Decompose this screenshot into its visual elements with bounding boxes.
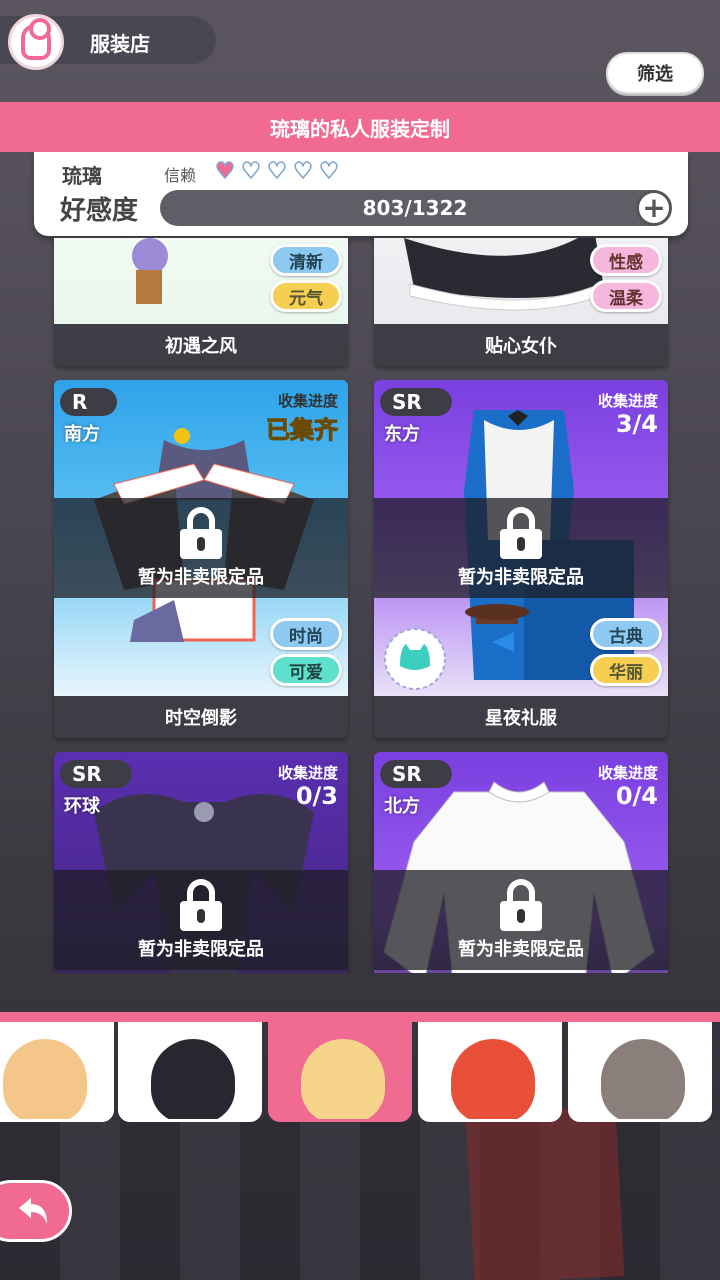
origin-label: 南方 (64, 424, 100, 445)
locked-text: 暂为非卖限定品 (138, 939, 264, 960)
outfit-name: 贴心女仆 (374, 324, 668, 366)
outfit-art: SR 环球 收集进度 0/3 暂为非卖限定品 (54, 752, 348, 973)
customization-banner: 琉璃的私人服装定制 (0, 102, 720, 152)
locked-overlay: 暂为非卖限定品 (374, 498, 668, 598)
character-avatar-selected[interactable] (268, 1022, 412, 1122)
character-status-panel: 琉璃 信赖 ♥ ♥ ♥ ♥ ♥ 好感度 803/1322 + (34, 152, 688, 236)
avatar-portrait (301, 1039, 385, 1119)
progress-label: 收集进度 (277, 392, 338, 410)
progress-label: 收集进度 (597, 392, 658, 410)
outfit-name: 时空倒影 (54, 696, 348, 738)
origin-label: 东方 (384, 424, 420, 445)
outfit-art: SR 东方 收集进度 3/4 暂为非卖限定品 古典 华丽 (374, 380, 668, 696)
shop-title: 服装店 (90, 32, 150, 56)
affinity-bar: 803/1322 + (160, 190, 672, 226)
background-book (465, 1106, 625, 1280)
style-tag: 温柔 (590, 280, 662, 312)
progress-value: 已集齐 (266, 416, 339, 445)
rarity-badge: SR (380, 760, 452, 788)
affinity-value: 803/1322 (362, 196, 468, 220)
style-tag: 时尚 (270, 618, 342, 650)
character-avatar[interactable] (418, 1022, 562, 1122)
outfit-art: SR 北方 收集进度 0/4 暂为非卖限定品 (374, 752, 668, 973)
character-avatar[interactable] (568, 1022, 712, 1122)
style-tag: 华丽 (590, 654, 662, 686)
progress-label: 收集进度 (277, 764, 338, 782)
character-name: 琉璃 (62, 164, 102, 188)
rarity-badge: R (60, 388, 118, 416)
outfit-card[interactable]: SR 环球 收集进度 0/3 暂为非卖限定品 (54, 752, 348, 973)
outfit-card[interactable]: 性感 温柔 贴心女仆 (374, 238, 668, 366)
heart-icon: ♥ (214, 159, 235, 184)
outfit-art: R 南方 收集进度 已集齐 暂为非卖限定品 时尚 可爱 (54, 380, 348, 696)
outfit-name: 初遇之风 (54, 324, 348, 366)
locked-text: 暂为非卖限定品 (138, 567, 264, 588)
lock-icon (500, 879, 542, 931)
back-arrow-icon (19, 1198, 47, 1224)
locked-overlay: 暂为非卖限定品 (374, 870, 668, 970)
outfit-card[interactable]: SR 北方 收集进度 0/4 暂为非卖限定品 (374, 752, 668, 973)
locked-text: 暂为非卖限定品 (458, 939, 584, 960)
outfit-card[interactable]: R 南方 收集进度 已集齐 暂为非卖限定品 时尚 可爱 时空倒影 (54, 380, 348, 738)
heart-icon: ♥ (292, 159, 313, 184)
avatar-portrait (601, 1039, 685, 1119)
filter-button[interactable]: 筛选 (606, 52, 704, 94)
add-affinity-button[interactable]: + (636, 190, 672, 226)
style-tag: 古典 (590, 618, 662, 650)
outfit-grid[interactable]: 清新 元气 初遇之风 性感 温柔 贴心女仆 R 南方 收集进度 已集齐 暂为非卖… (0, 238, 720, 973)
locked-text: 暂为非卖限定品 (458, 567, 584, 588)
avatar-portrait (451, 1039, 535, 1119)
character-tabs-divider (0, 1012, 720, 1022)
heart-icon: ♥ (318, 159, 339, 184)
outfit-name: 星夜礼服 (374, 696, 668, 738)
progress-label: 收集进度 (597, 764, 658, 782)
outfit-art: 性感 温柔 (374, 238, 668, 324)
affinity-label: 好感度 (60, 196, 139, 226)
cat-stamp-icon (384, 628, 446, 690)
progress-value: 3/4 (615, 410, 658, 438)
heart-icon: ♥ (266, 159, 287, 184)
character-selector (0, 1022, 720, 1122)
back-button[interactable] (0, 1180, 72, 1242)
heart-icon: ♥ (240, 159, 261, 184)
style-tag: 可爱 (270, 654, 342, 686)
trust-label: 信赖 (164, 166, 197, 185)
lock-icon (500, 507, 542, 559)
locked-overlay: 暂为非卖限定品 (54, 498, 348, 598)
rarity-badge: SR (380, 388, 452, 416)
progress-value: 0/3 (295, 782, 338, 810)
lock-icon (180, 879, 222, 931)
character-avatar[interactable] (118, 1022, 262, 1122)
style-tag: 元气 (270, 280, 342, 312)
trust-hearts: ♥ ♥ ♥ ♥ ♥ (212, 159, 342, 184)
character-avatar[interactable] (0, 1022, 114, 1122)
outfit-card[interactable]: SR 东方 收集进度 3/4 暂为非卖限定品 古典 华丽 星夜礼服 (374, 380, 668, 738)
progress-value: 0/4 (615, 782, 658, 810)
dress-logo-icon (8, 14, 64, 70)
lock-icon (180, 507, 222, 559)
avatar-portrait (3, 1039, 87, 1119)
style-tag: 清新 (270, 244, 342, 276)
rarity-badge: SR (60, 760, 132, 788)
locked-overlay: 暂为非卖限定品 (54, 870, 348, 970)
outfit-art: 清新 元气 (54, 238, 348, 324)
style-tag: 性感 (590, 244, 662, 276)
avatar-portrait (151, 1039, 235, 1119)
origin-label: 环球 (64, 796, 100, 817)
origin-label: 北方 (384, 796, 420, 817)
outfit-card[interactable]: 清新 元气 初遇之风 (54, 238, 348, 366)
